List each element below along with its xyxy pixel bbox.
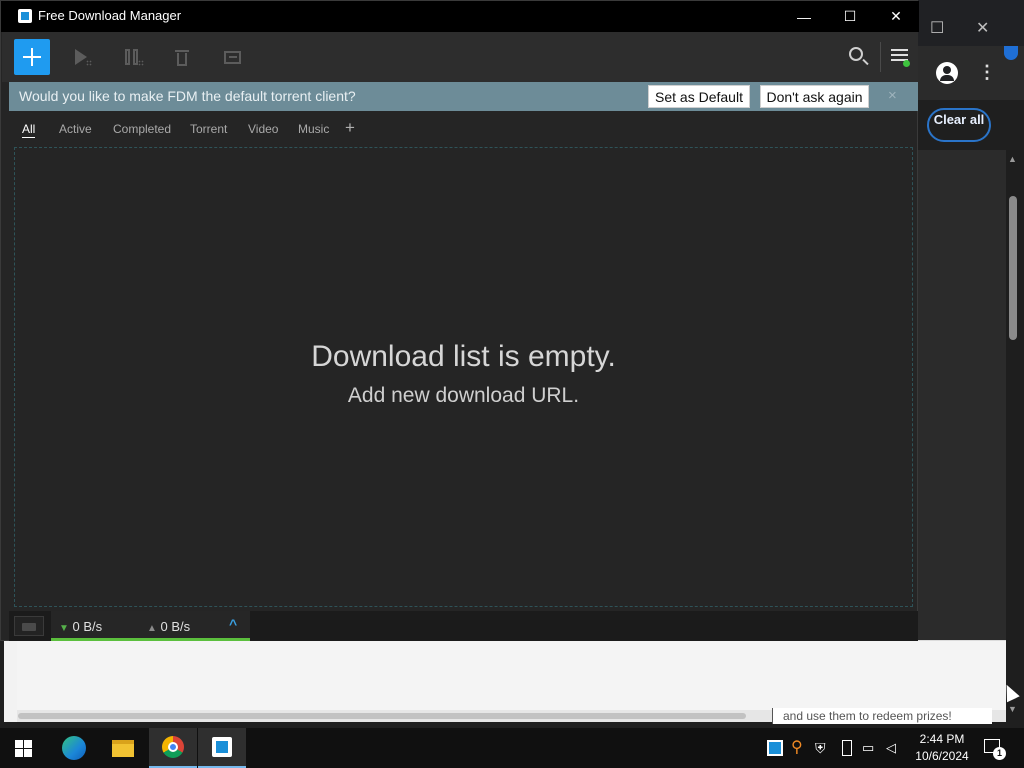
chevron-up-icon[interactable]: ^ bbox=[229, 616, 237, 632]
fdm-tray-icon[interactable] bbox=[767, 740, 783, 756]
empty-state-hint: Add new download URL. bbox=[347, 384, 580, 407]
folder-icon[interactable] bbox=[14, 616, 44, 636]
upload-arrow-icon: ▲ bbox=[147, 623, 157, 634]
tab-completed[interactable]: Completed bbox=[113, 122, 171, 136]
download-speed: ▼ 0 B/s bbox=[59, 619, 102, 634]
scroll-down-arrow-icon[interactable]: ▼ bbox=[1008, 704, 1017, 714]
delete-icon[interactable] bbox=[173, 48, 193, 68]
browser-maximize-button[interactable]: ☐ bbox=[930, 18, 944, 38]
scrollbar-thumb[interactable] bbox=[1009, 196, 1017, 340]
fdm-taskbar-button[interactable] bbox=[198, 728, 246, 768]
status-bar: ▼ 0 B/s ▲ 0 B/s ^ bbox=[9, 611, 918, 641]
fdm-logo-icon bbox=[18, 9, 32, 23]
fdm-icon bbox=[212, 737, 232, 757]
profile-icon[interactable] bbox=[936, 62, 958, 84]
usb-icon[interactable] bbox=[842, 740, 852, 756]
toolbar bbox=[2, 32, 918, 82]
add-download-button[interactable] bbox=[14, 39, 50, 75]
tab-torrent[interactable]: Torrent bbox=[190, 122, 227, 136]
dont-ask-again-button[interactable]: Don't ask again bbox=[760, 85, 869, 108]
tab-music[interactable]: Music bbox=[298, 122, 329, 136]
banner-question: Would you like to make FDM the default t… bbox=[19, 88, 356, 104]
search-tray-icon[interactable]: ⚲ bbox=[791, 740, 807, 756]
speed-panel[interactable]: ▼ 0 B/s ▲ 0 B/s ^ bbox=[51, 611, 250, 641]
title-bar: Free Download Manager — ☐ ✕ bbox=[1, 1, 919, 32]
download-arrow-icon: ▼ bbox=[59, 623, 69, 634]
system-clock[interactable]: 2:44 PM 10/6/2024 bbox=[912, 731, 972, 765]
file-explorer-taskbar-button[interactable] bbox=[99, 728, 147, 768]
download-speed-value: 0 B/s bbox=[72, 619, 103, 634]
clear-all-button[interactable]: Clear all bbox=[927, 108, 991, 142]
tab-active[interactable]: Active bbox=[59, 122, 92, 136]
browser-extension-indicator bbox=[1004, 46, 1018, 60]
fdm-window: Free Download Manager — ☐ ✕ Would you li… bbox=[0, 0, 919, 641]
search-icon[interactable] bbox=[849, 47, 863, 61]
upload-speed: ▲ 0 B/s bbox=[147, 619, 190, 634]
file-explorer-icon bbox=[112, 739, 134, 757]
scroll-up-arrow-icon[interactable]: ▲ bbox=[1008, 154, 1017, 164]
upload-speed-value: 0 B/s bbox=[160, 619, 191, 634]
tab-video[interactable]: Video bbox=[248, 122, 278, 136]
default-client-banner: Would you like to make FDM the default t… bbox=[9, 82, 918, 111]
security-shield-icon[interactable]: ⛨ bbox=[815, 740, 831, 756]
taskbar: ⚲ ⛨ ▭ ◁ 2:44 PM 10/6/2024 1 bbox=[0, 728, 1024, 768]
minimize-button[interactable]: — bbox=[781, 1, 827, 32]
clock-date: 10/6/2024 bbox=[915, 749, 969, 763]
horizontal-scrollbar-thumb[interactable] bbox=[18, 713, 746, 719]
browser-menu-icon[interactable]: ⋮ bbox=[978, 62, 996, 82]
update-indicator-dot bbox=[903, 60, 910, 67]
close-button[interactable]: ✕ bbox=[873, 1, 919, 32]
resume-icon[interactable] bbox=[74, 48, 94, 68]
chrome-icon bbox=[162, 736, 184, 758]
volume-muted-icon[interactable]: ◁ bbox=[886, 740, 902, 756]
browser-side-panel bbox=[918, 150, 1006, 710]
network-icon[interactable]: ▭ bbox=[862, 740, 878, 756]
edge-icon bbox=[62, 736, 86, 760]
browser-close-button[interactable]: ✕ bbox=[976, 18, 989, 38]
maximize-button[interactable]: ☐ bbox=[827, 1, 873, 32]
windows-start-icon[interactable] bbox=[15, 740, 32, 757]
tab-all[interactable]: All bbox=[22, 122, 36, 138]
banner-close-icon[interactable]: × bbox=[888, 87, 897, 104]
window-title: Free Download Manager bbox=[38, 8, 182, 23]
filter-tabs: All Active Completed Torrent Video Music… bbox=[9, 111, 918, 145]
chrome-taskbar-button[interactable] bbox=[149, 728, 197, 768]
add-tab-icon[interactable]: + bbox=[345, 118, 355, 138]
prize-text: and use them to redeem prizes! bbox=[772, 708, 992, 724]
browser-page-area bbox=[17, 640, 1006, 711]
edge-taskbar-button[interactable] bbox=[50, 728, 98, 768]
background-browser-titlebar: ☐ ✕ bbox=[918, 0, 1024, 46]
toolbar-divider bbox=[880, 42, 881, 72]
move-folder-icon[interactable] bbox=[223, 48, 243, 68]
download-list-area[interactable]: Download list is empty. Add new download… bbox=[14, 147, 913, 607]
notification-badge: 1 bbox=[993, 747, 1006, 760]
clock-time: 2:44 PM bbox=[919, 732, 965, 746]
set-as-default-button[interactable]: Set as Default bbox=[648, 85, 750, 108]
pause-icon[interactable] bbox=[124, 48, 144, 68]
empty-state-title: Download list is empty. bbox=[311, 340, 616, 373]
